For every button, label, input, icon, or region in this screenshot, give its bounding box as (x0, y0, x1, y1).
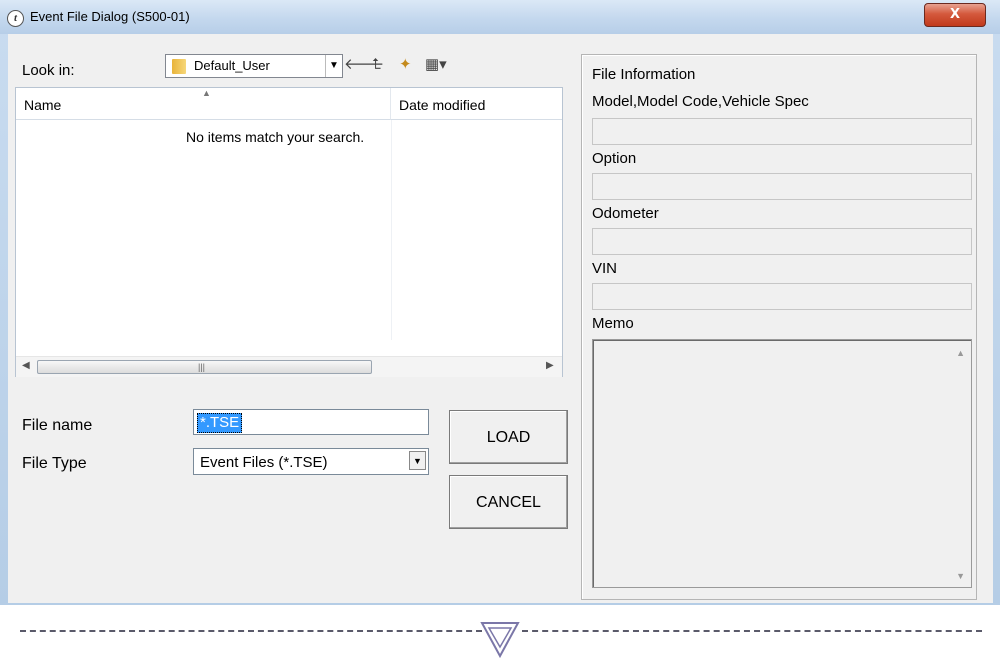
column-divider (391, 120, 392, 340)
memo-textarea[interactable]: ▲ ▼ (592, 339, 972, 588)
column-header-date-label: Date modified (399, 97, 486, 113)
file-name-input[interactable]: *.TSE (193, 409, 429, 435)
odometer-label: Odometer (592, 205, 659, 222)
file-type-value: Event Files (*.TSE) (200, 454, 328, 471)
model-label: Model,Model Code,Vehicle Spec (592, 93, 809, 110)
chevron-down-icon[interactable]: ▼ (325, 55, 342, 77)
file-name-label: File name (22, 417, 93, 434)
column-header-name-label: Name (24, 97, 62, 113)
look-in-label: Look in: (22, 62, 75, 79)
file-information-panel: File Information Model,Model Code,Vehicl… (581, 54, 977, 600)
look-in-value: Default_User (194, 58, 270, 73)
cancel-button[interactable]: CANCEL (449, 475, 568, 529)
look-in-dropdown[interactable]: Default_User ▼ (165, 54, 343, 78)
scroll-up-icon[interactable]: ▲ (956, 348, 965, 358)
file-list[interactable]: ▲ Name Date modified No items match your… (15, 87, 563, 377)
file-information-title: File Information (592, 66, 696, 83)
file-type-label: File Type (22, 455, 87, 472)
scrollbar-thumb[interactable]: ||| (37, 360, 372, 374)
option-label: Option (592, 150, 637, 167)
window-title: Event File Dialog (S500-01) (30, 9, 190, 24)
odometer-field (592, 228, 972, 255)
title-bar[interactable]: t Event File Dialog (S500-01) X (0, 0, 1000, 34)
dashed-separator-left (20, 630, 482, 632)
column-header-name[interactable]: ▲ Name (16, 88, 391, 120)
dialog-client-area: Look in: Default_User ▼ 🡐 ⮤ ✦ ▦▾ ▲ Name … (8, 34, 993, 603)
model-field (592, 118, 972, 145)
folder-icon (172, 59, 186, 74)
file-name-value: *.TSE (197, 413, 243, 433)
sort-ascending-icon: ▲ (202, 88, 211, 98)
scroll-down-icon[interactable]: ▼ (956, 571, 965, 581)
vin-field (592, 283, 972, 310)
memo-label: Memo (592, 315, 634, 332)
empty-list-message: No items match your search. (186, 129, 365, 145)
chevron-down-icon[interactable]: ▼ (409, 451, 426, 470)
load-button[interactable]: LOAD (449, 410, 568, 464)
column-header-date-modified[interactable]: Date modified (391, 88, 562, 120)
scroll-right-icon[interactable]: ▶ (546, 360, 554, 371)
event-file-dialog-window: t Event File Dialog (S500-01) X Look in:… (0, 0, 1000, 605)
grip-icon: ||| (198, 362, 206, 372)
file-type-select[interactable]: Event Files (*.TSE) ▼ (193, 448, 429, 475)
dashed-separator-right (522, 630, 982, 632)
option-field (592, 173, 972, 200)
app-icon: t (7, 10, 24, 27)
scroll-left-icon[interactable]: ◀ (22, 360, 30, 371)
vin-label: VIN (592, 260, 618, 277)
new-folder-icon[interactable]: ✦ (399, 56, 412, 74)
up-folder-icon[interactable]: ⮤ (372, 56, 381, 74)
down-triangle-icon (480, 622, 520, 659)
view-menu-icon[interactable]: ▦▾ (425, 56, 447, 74)
horizontal-scrollbar[interactable]: ◀ ||| ▶ (16, 356, 562, 377)
close-button[interactable]: X (924, 3, 986, 27)
